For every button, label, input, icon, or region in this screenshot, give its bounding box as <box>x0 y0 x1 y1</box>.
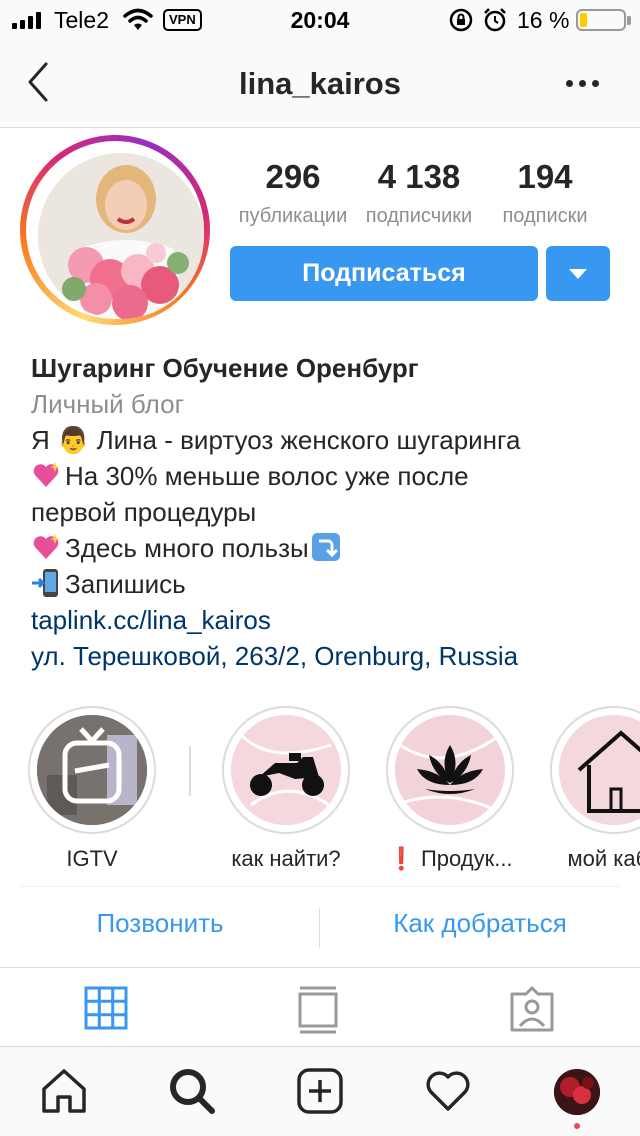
home-icon[interactable] <box>40 1067 88 1115</box>
highlight-how-to-find[interactable]: как найти? <box>222 706 350 872</box>
follow-button[interactable]: Подписаться <box>230 246 538 301</box>
highlight-products[interactable]: ❗ Продук... <box>386 706 514 872</box>
bio-section: Шугаринг Обучение Оренбург Личный блог Я… <box>31 350 621 674</box>
story-ring[interactable] <box>20 135 210 325</box>
alarm-icon <box>484 8 506 32</box>
highlight-label: мой каби <box>567 846 640 871</box>
sparkling-heart-icon <box>33 462 60 487</box>
grid-icon[interactable] <box>84 986 128 1030</box>
highlight-label: ❗ Продук... <box>387 846 513 871</box>
igtv-tab-icon[interactable] <box>298 986 338 1034</box>
lotus-icon <box>395 715 505 825</box>
search-icon[interactable] <box>168 1067 216 1115</box>
suggested-accounts-button[interactable] <box>546 246 610 301</box>
chevron-down-icon <box>569 269 587 279</box>
profile-name: Шугаринг Обучение Оренбург <box>31 353 419 383</box>
page-title: lina_kairos <box>239 66 401 101</box>
call-button[interactable]: Позвонить <box>20 908 300 939</box>
following-count: 194 <box>517 158 573 195</box>
nav-bar: lina_kairos <box>0 40 640 128</box>
tabs-divider <box>0 967 640 968</box>
battery-percent: 16 % <box>517 7 570 33</box>
bio-line-3: первой процедуры <box>31 497 257 527</box>
bio-line-5: Запишись <box>31 566 621 602</box>
bio-line-5-text: Запишись <box>65 569 186 599</box>
address-link[interactable]: ул. Терешковой, 263/2, Orenburg, Russia <box>31 638 621 674</box>
highlight-label: как найти? <box>231 846 341 871</box>
sparkling-heart-icon <box>33 534 60 559</box>
add-post-icon[interactable] <box>296 1067 344 1115</box>
stat-following[interactable]: 194 подписки <box>480 158 610 228</box>
battery-icon <box>576 9 626 31</box>
bio-line-4-text: Здесь много пользы <box>65 533 309 563</box>
highlight-label: IGTV <box>66 846 118 871</box>
instagram-profile-screen: Tele2 VPN 20:04 16 % lina_kairos 296 пуб… <box>0 0 640 1136</box>
directions-button[interactable]: Как добраться <box>340 908 620 939</box>
bottom-nav <box>0 1046 640 1136</box>
bio-line-4: Здесь много пользы <box>31 530 621 566</box>
house-icon <box>559 715 640 825</box>
stat-followers[interactable]: 4 138 подписчики <box>358 158 480 228</box>
bio-line-2-text: На 30% меньше волос уже после <box>65 461 469 491</box>
status-bar: Tele2 VPN 20:04 16 % <box>0 0 640 40</box>
highlight-my-cabinet[interactable]: мой каби <box>550 706 640 872</box>
story-highlights: IGTV как найти? ❗ Продук... мой ка <box>0 706 640 876</box>
bio-line-2: На 30% меньше волос уже после <box>31 458 621 494</box>
motorcycle-icon <box>231 715 341 825</box>
rotation-lock-icon <box>449 8 473 32</box>
divider <box>20 886 620 887</box>
website-link[interactable]: taplink.cc/lina_kairos <box>31 602 621 638</box>
stat-posts[interactable]: 296 публикации <box>228 158 358 228</box>
highlight-igtv[interactable]: IGTV <box>28 706 156 872</box>
more-options-icon[interactable] <box>566 80 599 87</box>
tagged-icon[interactable] <box>508 986 556 1034</box>
active-tab-indicator <box>574 1123 580 1129</box>
profile-stats: 296 публикации 4 138 подписчики 194 подп… <box>228 158 612 228</box>
battery-tip <box>627 16 631 25</box>
highlight-divider <box>189 746 191 796</box>
followers-count: 4 138 <box>377 158 461 195</box>
profile-avatar[interactable] <box>38 153 204 319</box>
posts-count: 296 <box>265 158 321 195</box>
followers-label: подписчики <box>365 205 473 227</box>
heart-icon[interactable] <box>424 1067 472 1115</box>
profile-avatar[interactable] <box>554 1069 600 1115</box>
bio-line-1: Я 👨 Лина - виртуоз женского шугаринга <box>31 425 521 455</box>
profile-category: Личный блог <box>31 389 185 419</box>
posts-label: публикации <box>238 205 348 227</box>
following-label: подписки <box>502 205 588 227</box>
mobile-phone-arrow-icon <box>32 569 58 597</box>
arrow-down-right-icon <box>311 533 340 561</box>
battery-level <box>580 13 587 27</box>
contact-divider <box>319 908 320 948</box>
